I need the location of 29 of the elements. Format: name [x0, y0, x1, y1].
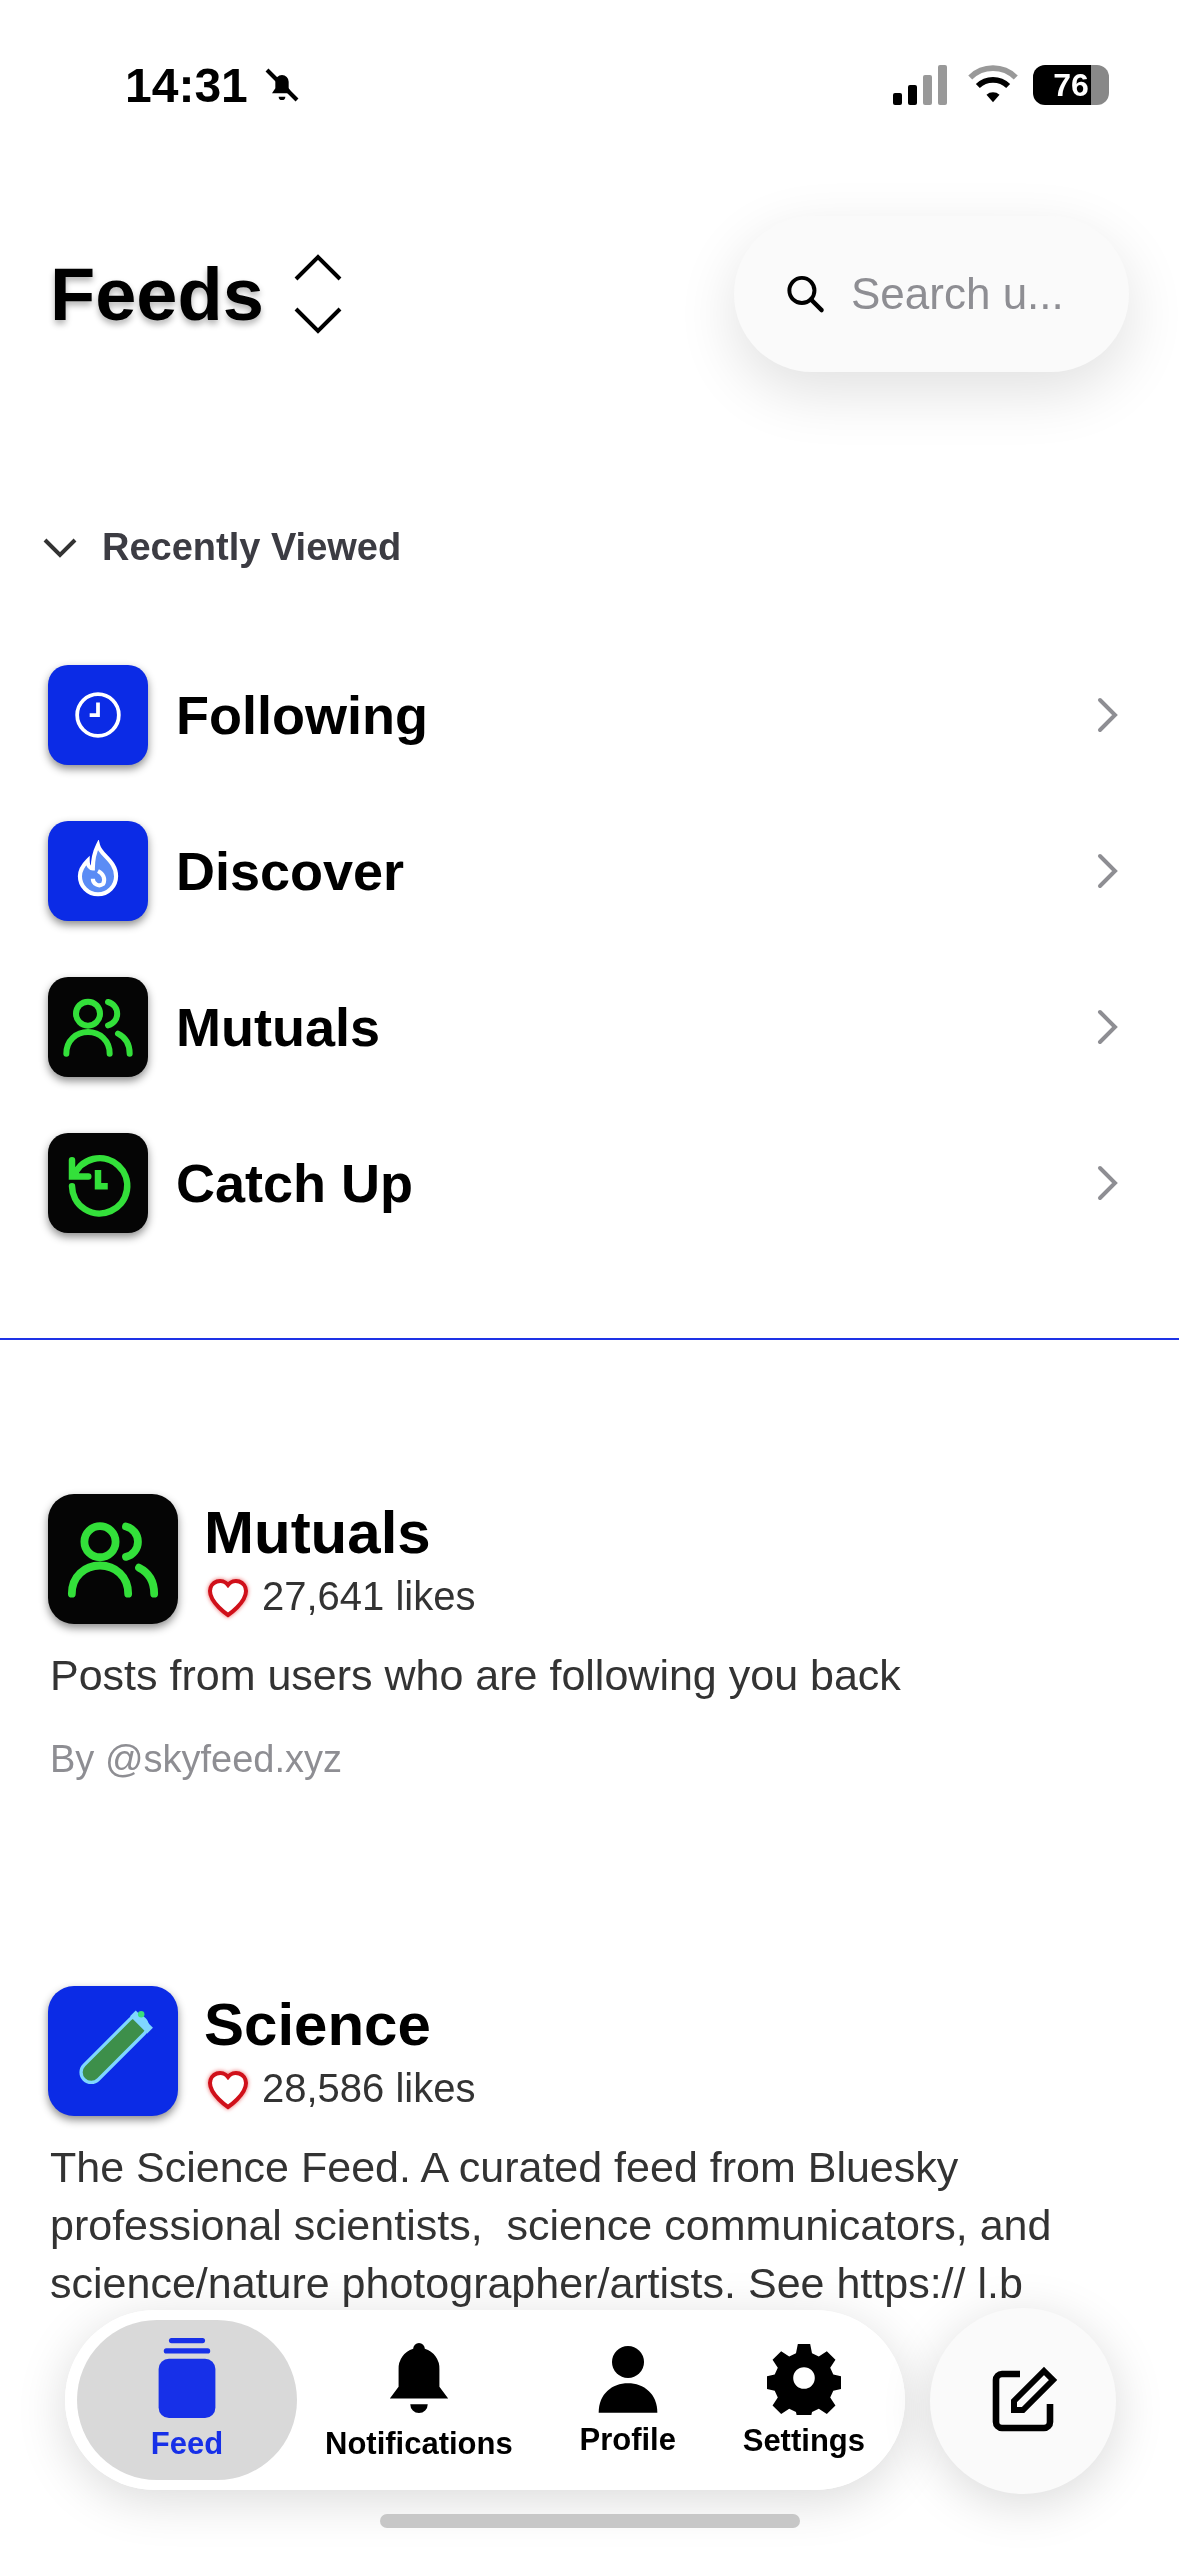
- feed-title: Science: [204, 1990, 432, 2059]
- chevron-right-icon: [1097, 1009, 1119, 1045]
- search-field[interactable]: Search u...: [849, 268, 1089, 320]
- feed-name[interactable]: Following: [176, 684, 1097, 746]
- like-count: 27,641 likes: [262, 1573, 476, 1619]
- feed-name[interactable]: Catch Up: [176, 1152, 1097, 1214]
- feed-author: By @skyfeed.xyz: [50, 1738, 343, 1781]
- chevron-down-icon: [42, 536, 78, 559]
- feed-title: Mutuals: [204, 1498, 432, 1567]
- clock-icon: [73, 690, 123, 740]
- chevron-right-icon: [1097, 1165, 1119, 1201]
- battery-indicator: 76: [1033, 65, 1109, 105]
- gear-icon: [766, 2341, 841, 2415]
- tab[interactable]: Settings: [714, 2320, 893, 2480]
- status-time: 14:31: [125, 57, 248, 113]
- tab[interactable]: Profile: [540, 2320, 715, 2480]
- page-title: Feeds: [50, 251, 264, 337]
- chevron-right-icon: [1097, 853, 1119, 889]
- tab[interactable]: Feed: [77, 2320, 297, 2480]
- like-count: 28,586 likes: [262, 2065, 476, 2111]
- feed-description: Posts from users who are following you back: [50, 1650, 902, 1701]
- feed-name[interactable]: Mutuals: [176, 996, 1097, 1058]
- stack-icon: [156, 2338, 218, 2418]
- feed-name[interactable]: Discover: [176, 840, 1097, 902]
- tab[interactable]: Notifications: [297, 2320, 541, 2480]
- chevron-right-icon: [1097, 697, 1119, 733]
- wifi-icon: [967, 65, 1019, 105]
- feed-description: The Science Feed. A curated feed from Bluesky professional scientists, science communicators, and science/nature photographer/artists. See https:// l.b: [50, 2142, 1053, 2309]
- recently-viewed-toggle[interactable]: Recently Viewed: [42, 526, 402, 569]
